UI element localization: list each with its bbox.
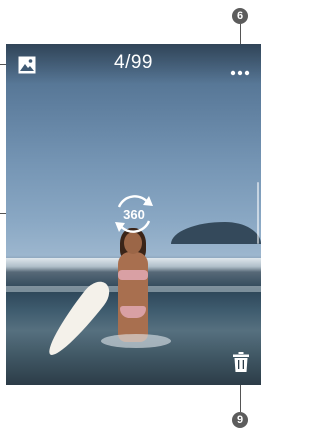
image-counter: 4/99: [114, 52, 153, 73]
more-options-icon[interactable]: [230, 63, 250, 76]
360-rotate-button[interactable]: 360: [110, 190, 158, 238]
photo-splash: [101, 334, 171, 348]
scroll-indicator[interactable]: [257, 182, 259, 244]
photo-swimsuit-bottom: [120, 306, 146, 318]
360-label: 360: [123, 207, 145, 222]
callout-9: 9: [232, 412, 248, 428]
360-rotate-icon: 360: [115, 195, 153, 233]
trash-icon[interactable]: [233, 352, 249, 372]
photo-person: [118, 252, 148, 342]
photo-swimsuit-top: [118, 270, 148, 280]
callout-6: 6: [232, 8, 248, 24]
photo-island: [171, 222, 261, 244]
photo-viewer[interactable]: 4/99 360: [6, 44, 261, 385]
